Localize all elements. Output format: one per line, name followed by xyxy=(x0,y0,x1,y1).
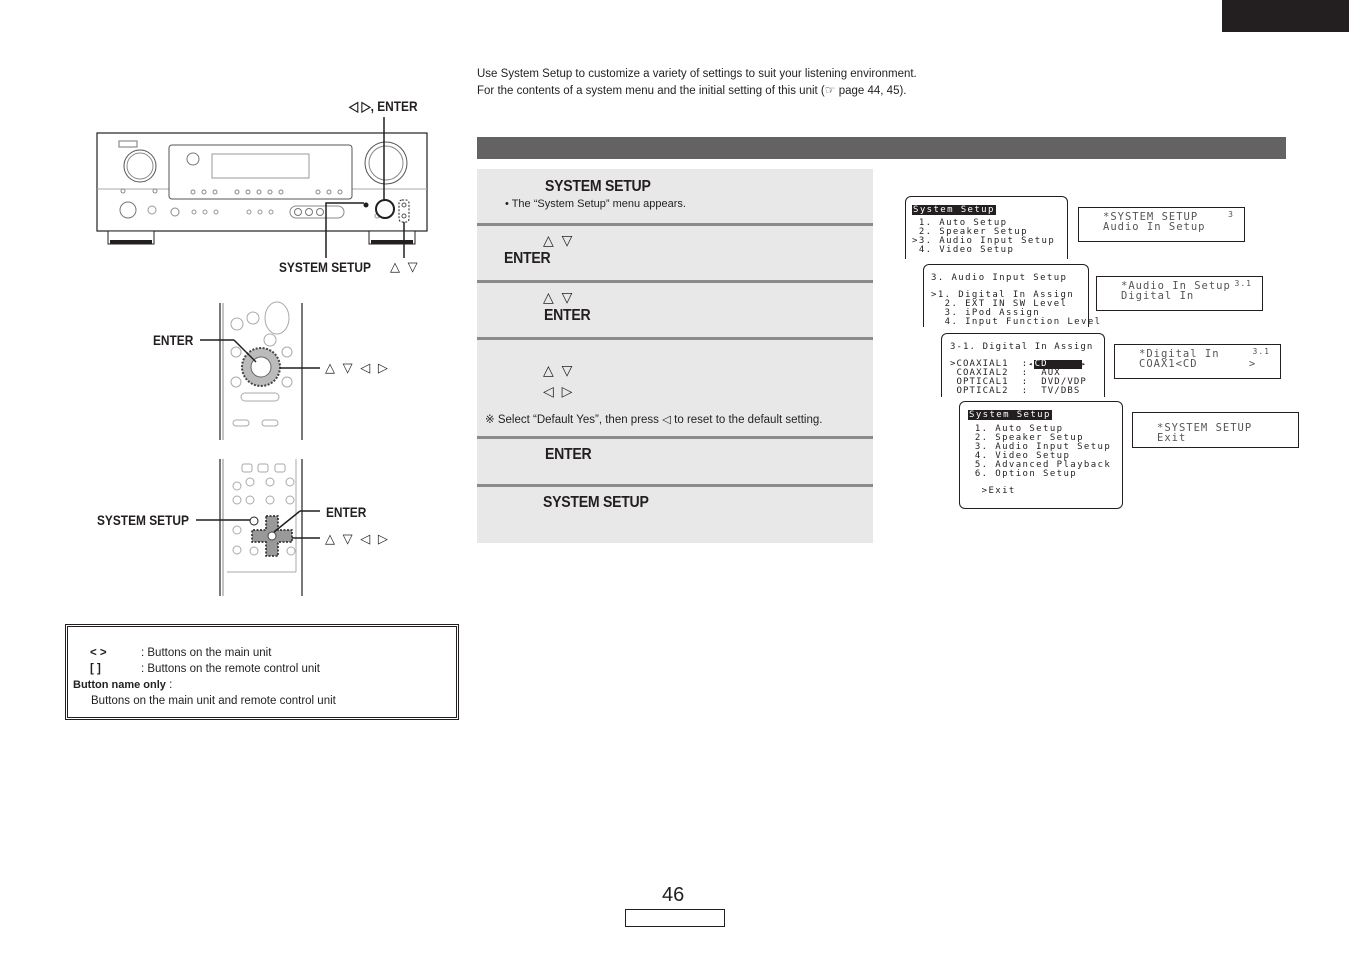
osd-menu-item: 6. Option Setup xyxy=(968,469,1078,479)
remote-bottom-illustration xyxy=(196,459,320,596)
intro-text: Use System Setup to customize a variety … xyxy=(477,66,917,99)
front-display-line-2: COAX1<CD > xyxy=(1139,358,1257,370)
osd-menu-item-exit-selected: >Exit xyxy=(968,486,1016,496)
front-display-line-2: Exit xyxy=(1157,432,1187,444)
step-2-key-enter: ENTER xyxy=(504,250,551,267)
step-2-up-down-icons: △ ▽ xyxy=(543,232,575,248)
osd-assign-row: OPTICAL2 : TV/DBS xyxy=(950,386,1081,396)
osd-digital-in-assign-menu: 3-1. Digital In Assign >COAXIAL1 :◂CD ▸ C… xyxy=(941,333,1105,397)
front-display-line-2: Digital In xyxy=(1121,290,1195,302)
osd-title: System Setup xyxy=(968,410,1052,420)
step-6: SYSTEM SETUP xyxy=(477,487,873,543)
display-corner-indicator: 3.1 xyxy=(1234,279,1252,288)
osd-menu-item: 4. Video Setup xyxy=(912,245,1015,255)
legend-both-text: Buttons on the main unit and remote cont… xyxy=(91,695,336,707)
button-legend-box: < > : Buttons on the main unit [ ] : But… xyxy=(65,624,459,720)
display-corner-indicator: 3 xyxy=(1228,210,1234,219)
step-3: △ ▽ ENTER xyxy=(477,283,873,337)
step-5-key-enter: ENTER xyxy=(545,446,592,463)
legend-remote-symbol: [ ] xyxy=(90,663,101,675)
step-1-key-system-setup: SYSTEM SETUP xyxy=(545,178,651,195)
step-1: SYSTEM SETUP • The “System Setup” menu a… xyxy=(477,169,873,224)
front-display-1: 3 *SYSTEM SETUP Audio In Setup xyxy=(1078,207,1245,242)
osd-title: System Setup xyxy=(912,205,996,215)
osd-system-setup-menu: System Setup 1. Auto Setup 2. Speaker Se… xyxy=(905,196,1068,259)
legend-remote-text: : Buttons on the remote control unit xyxy=(141,663,320,675)
remote-bottom-label-system-setup: SYSTEM SETUP xyxy=(97,512,189,528)
step-6-key-system-setup: SYSTEM SETUP xyxy=(543,494,649,511)
front-display-2: 3.1 *Audio In Setup Digital In xyxy=(1096,276,1263,311)
language-tab xyxy=(1222,0,1349,32)
legend-main-unit-text: : Buttons on the main unit xyxy=(141,647,272,659)
step-3-up-down-icons: △ ▽ xyxy=(543,289,575,305)
legend-main-unit-symbol: < > xyxy=(90,647,107,659)
step-2: △ ▽ ENTER xyxy=(477,226,873,280)
intro-line-2: For the contents of a system menu and th… xyxy=(477,83,907,97)
remote-bottom-label-enter: ENTER xyxy=(326,504,367,520)
osd-audio-input-setup-menu: 3. Audio Input Setup >1. Digital In Assi… xyxy=(923,264,1102,327)
step-1-note: • The “System Setup” menu appears. xyxy=(505,198,686,210)
step-5: ENTER xyxy=(477,439,873,484)
step-4-up-down-icons: △ ▽ xyxy=(543,362,575,378)
step-4-note: ※ Select “Default Yes”, then press ◁ to … xyxy=(485,414,823,426)
osd-menu-item: 4. Input Function Level xyxy=(931,317,1102,327)
legend-name-only: Button name only : xyxy=(73,679,173,691)
front-display-line-2: Audio In Setup xyxy=(1103,221,1206,233)
front-display-4: *SYSTEM SETUP Exit xyxy=(1132,412,1299,448)
display-corner-indicator: 3.1 xyxy=(1252,347,1270,356)
osd-title: 3. Audio Input Setup xyxy=(931,273,1068,283)
front-display-3: 3.1 *Digital In COAX1<CD > xyxy=(1114,344,1281,379)
intro-line-1: Use System Setup to customize a variety … xyxy=(477,68,917,80)
pointing-hand-icon: ☞ xyxy=(824,83,836,97)
page-footer-box xyxy=(625,909,725,927)
remote-bottom-label-arrows: △ ▽ ◁ ▷ xyxy=(325,531,390,546)
section-header-bar xyxy=(477,137,1286,159)
step-4: △ ▽ ◁ ▷ ※ Select “Default Yes”, then pre… xyxy=(477,340,873,436)
osd-system-setup-exit-menu: System Setup 1. Auto Setup 2. Speaker Se… xyxy=(959,401,1123,509)
page-number: 46 xyxy=(662,884,685,906)
osd-title: 3-1. Digital In Assign xyxy=(950,342,1094,352)
step-3-key-enter: ENTER xyxy=(544,307,591,324)
steps-panel: SYSTEM SETUP • The “System Setup” menu a… xyxy=(477,169,873,543)
step-4-left-right-icons: ◁ ▷ xyxy=(543,383,575,399)
